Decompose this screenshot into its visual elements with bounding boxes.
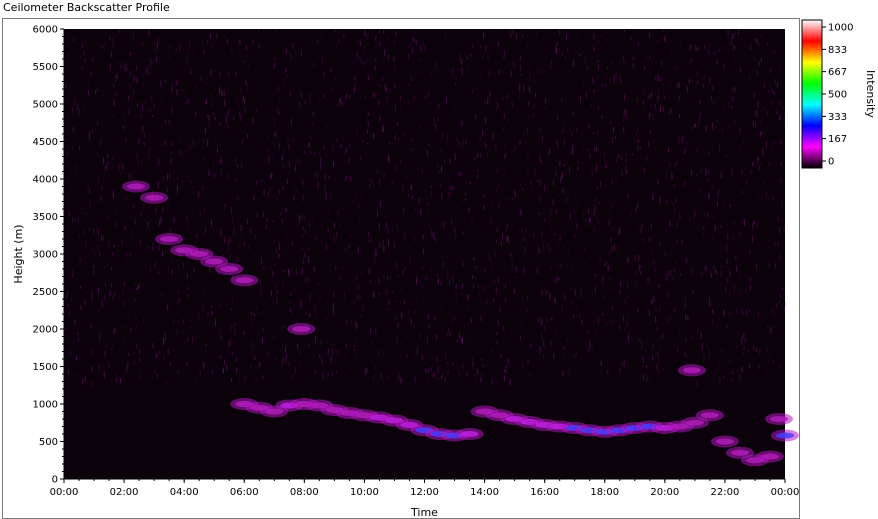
colorbar-tick-label: 833	[828, 45, 847, 56]
x-tick-label: 00:00	[771, 487, 800, 498]
colorbar-title: Intensity	[864, 70, 877, 118]
y-tick-label: 4000	[33, 175, 58, 186]
y-axis-title: Height (m)	[12, 224, 25, 283]
backscatter-core	[715, 438, 734, 445]
x-tick-label: 02:00	[110, 487, 139, 498]
backscatter-core	[127, 183, 146, 190]
backscatter-core	[292, 326, 311, 332]
x-tick-label: 04:00	[170, 487, 199, 498]
backscatter-core	[761, 453, 779, 460]
colorbar: 0 167 333 500 667 833 1000	[801, 19, 853, 169]
colorbar-ramp	[801, 19, 823, 169]
backscatter-core	[460, 431, 479, 437]
backscatter-core	[730, 449, 749, 456]
heatmap-plot[interactable]	[64, 29, 786, 479]
y-tick-label: 2000	[33, 325, 58, 336]
y-tick-label: 1500	[33, 362, 58, 373]
y-tick-label: 500	[39, 437, 58, 448]
backscatter-core	[700, 412, 719, 419]
backscatter-core	[235, 277, 254, 284]
y-tick-label: 6000	[33, 25, 58, 36]
x-axis-title: Time	[410, 506, 438, 519]
y-tick-label: 4500	[33, 137, 58, 148]
x-tick-label: 18:00	[590, 487, 619, 498]
y-axis-ticks: 0 500 1000 1500 2000 2500 3000 3500 4000 4500 5000…	[33, 25, 64, 486]
colorbar-tick-label: 167	[828, 134, 847, 145]
y-tick-label: 3500	[33, 212, 58, 223]
x-tick-label: 14:00	[470, 487, 499, 498]
x-tick-label: 20:00	[650, 487, 679, 498]
y-tick-label: 2500	[33, 287, 58, 298]
backscatter-core	[190, 251, 209, 257]
colorbar-tick-label: 0	[828, 157, 834, 168]
backscatter-core	[682, 367, 701, 374]
chart-svg: 00:00 02:00 04:00 06:00 08:00 10:00 12:00 14:00…	[12, 19, 877, 519]
backscatter-core	[220, 266, 239, 272]
x-tick-label: 00:00	[50, 487, 79, 498]
colorbar-tick-label: 333	[828, 112, 847, 123]
backscatter-core	[776, 432, 794, 439]
y-tick-label: 0	[52, 475, 58, 486]
colorbar-tick-label: 1000	[828, 23, 853, 34]
backscatter-core	[145, 194, 164, 201]
backscatter-core	[205, 258, 224, 265]
x-axis-ticks: 00:00 02:00 04:00 06:00 08:00 10:00 12:00 14:00…	[50, 479, 800, 498]
colorbar-tick-label: 667	[828, 67, 847, 78]
x-tick-label: 22:00	[711, 487, 740, 498]
x-tick-label: 08:00	[290, 487, 319, 498]
y-tick-label: 5500	[33, 62, 58, 73]
x-tick-label: 16:00	[530, 487, 559, 498]
backscatter-core	[685, 419, 704, 426]
y-tick-label: 1000	[33, 400, 58, 411]
backscatter-core	[770, 416, 788, 422]
y-tick-label: 3000	[33, 250, 58, 261]
x-tick-label: 12:00	[410, 487, 439, 498]
colorbar-tick-label: 500	[828, 90, 847, 101]
y-tick-label: 5000	[33, 100, 58, 111]
backscatter-core	[160, 236, 179, 242]
x-tick-label: 06:00	[230, 487, 259, 498]
x-tick-label: 10:00	[350, 487, 379, 498]
